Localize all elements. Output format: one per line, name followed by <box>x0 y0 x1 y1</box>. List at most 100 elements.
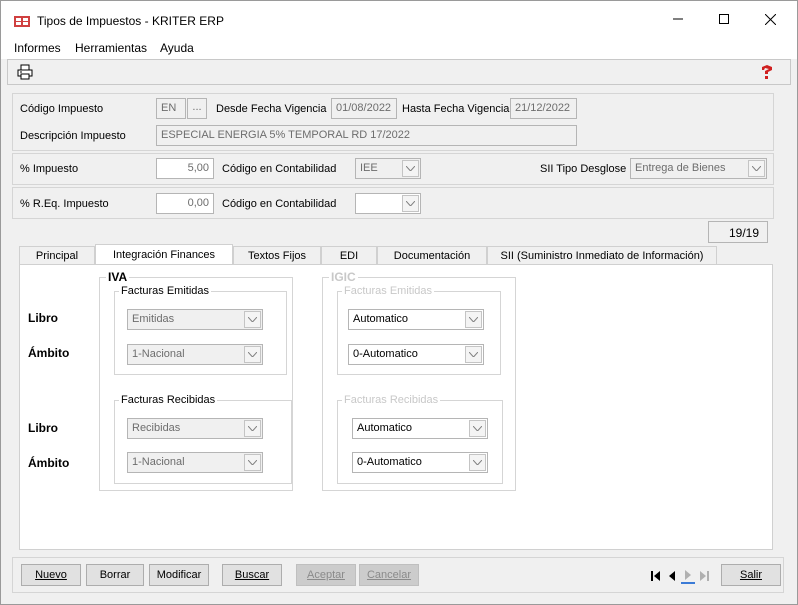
tab-textos-fijos[interactable]: Textos Fijos <box>233 246 321 265</box>
igic-group-title: IGIC <box>329 270 358 284</box>
igic-recibidas-libro-select[interactable]: Automatico <box>352 418 488 439</box>
buscar-button[interactable]: Buscar <box>222 564 282 586</box>
codigo-field[interactable]: EN <box>156 98 186 119</box>
nuevo-button[interactable]: Nuevo <box>21 564 81 586</box>
borrar-button[interactable]: Borrar <box>86 564 144 586</box>
modificar-button[interactable]: Modificar <box>149 564 209 586</box>
iva-recibidas-libro-value: Recibidas <box>132 422 181 434</box>
record-counter: 19/19 <box>708 221 768 243</box>
tab-principal[interactable]: Principal <box>19 246 95 265</box>
codigo-lookup-button[interactable]: ... <box>187 98 207 119</box>
menu-herramientas[interactable]: Herramientas <box>75 41 147 55</box>
igic-group: IGIC Facturas Emitidas Automatico 0-Auto… <box>322 270 516 491</box>
codigo-label: Código Impuesto <box>20 103 104 115</box>
printer-icon[interactable] <box>17 64 33 80</box>
contabilidad-select[interactable]: IEE <box>355 158 421 179</box>
window-title: Tipos de Impuestos - KRITER ERP <box>37 14 224 28</box>
iva-recibidas-title: Facturas Recibidas <box>119 394 218 406</box>
ambito-recibidas-label: Ámbito <box>28 456 70 470</box>
iva-emitidas-ambito-value: 1-Nacional <box>132 348 185 360</box>
descripcion-field[interactable]: ESPECIAL ENERGIA 5% TEMPORAL RD 17/2022 <box>156 125 577 146</box>
igic-emitidas-libro-value: Automatico <box>353 313 409 325</box>
tab-documentacion[interactable]: Documentación <box>377 246 487 265</box>
menu-informes[interactable]: Informes <box>14 41 61 55</box>
contabilidad-value: IEE <box>360 162 378 174</box>
igic-emitidas-libro-select[interactable]: Automatico <box>348 309 484 330</box>
integracion-finances-panel: Libro Ámbito Libro Ámbito IVA Facturas E… <box>19 264 773 550</box>
igic-recibidas-title: Facturas Recibidas <box>342 394 441 406</box>
req-impuesto-field[interactable]: 0,00 <box>156 193 214 214</box>
tab-sii[interactable]: SII (Suministro Inmediato de Información… <box>487 246 717 265</box>
salir-label: Salir <box>739 569 762 581</box>
iva-emitidas-ambito-select[interactable]: 1-Nacional <box>127 344 263 365</box>
ambito-emitidas-label: Ámbito <box>28 346 70 360</box>
chevron-down-icon <box>465 346 482 363</box>
chevron-down-icon <box>244 420 261 437</box>
chevron-down-icon <box>244 346 261 363</box>
help-icon[interactable] <box>759 64 775 80</box>
descripcion-label: Descripción Impuesto <box>20 130 126 142</box>
minimize-button[interactable] <box>655 1 701 37</box>
title-bar: Tipos de Impuestos - KRITER ERP <box>1 1 797 37</box>
igic-emitidas-title: Facturas Emitidas <box>342 285 435 297</box>
chevron-down-icon <box>244 311 261 328</box>
cancelar-label: Cancelar <box>366 569 412 581</box>
iva-emitidas-libro-value: Emitidas <box>132 313 175 325</box>
last-icon <box>700 570 709 581</box>
pct-impuesto-label: % Impuesto <box>20 163 79 175</box>
iva-recibidas-ambito-value: 1-Nacional <box>132 456 185 468</box>
last-record-button[interactable] <box>697 567 711 584</box>
salir-button[interactable]: Salir <box>721 564 781 586</box>
igic-emitidas-ambito-value: 0-Automatico <box>353 348 418 360</box>
close-button[interactable] <box>747 1 793 37</box>
libro-emitidas-label: Libro <box>28 311 58 325</box>
buscar-label: Buscar <box>234 569 270 581</box>
iva-recibidas-group: Facturas Recibidas Recibidas 1-Nacional <box>114 394 292 484</box>
iva-group: IVA Facturas Emitidas Emitidas 1-Naciona… <box>99 270 293 491</box>
chevron-down-icon <box>465 311 482 328</box>
iva-group-title: IVA <box>106 270 130 284</box>
iva-emitidas-title: Facturas Emitidas <box>119 285 212 297</box>
toolbar <box>7 59 791 85</box>
pct-impuesto-field[interactable]: 5,00 <box>156 158 214 179</box>
close-icon <box>764 13 776 25</box>
minimize-icon <box>673 18 683 20</box>
maximize-icon <box>719 14 729 24</box>
chevron-down-icon <box>244 454 261 471</box>
aceptar-label: Aceptar <box>307 569 345 581</box>
sii-tipo-select[interactable]: Entrega de Bienes <box>630 158 767 179</box>
maximize-button[interactable] <box>701 1 747 37</box>
sii-tipo-value: Entrega de Bienes <box>635 162 726 174</box>
menu-bar: Informes Herramientas Ayuda <box>1 37 797 59</box>
igic-emitidas-group: Facturas Emitidas Automatico 0-Automatic… <box>337 285 501 375</box>
menu-ayuda[interactable]: Ayuda <box>160 41 194 55</box>
tab-edi[interactable]: EDI <box>321 246 377 265</box>
igic-recibidas-libro-value: Automatico <box>357 422 413 434</box>
libro-recibidas-label: Libro <box>28 421 58 435</box>
next-record-button[interactable] <box>681 567 695 584</box>
igic-recibidas-group: Facturas Recibidas Automatico 0-Automati… <box>337 394 503 484</box>
first-record-button[interactable] <box>649 567 663 584</box>
hasta-fecha-field[interactable]: 21/12/2022 <box>510 98 577 119</box>
aceptar-button[interactable]: Aceptar <box>296 564 356 586</box>
tab-bar: Principal Integración Finances Textos Fi… <box>19 244 775 265</box>
iva-emitidas-libro-select[interactable]: Emitidas <box>127 309 263 330</box>
first-icon <box>651 570 660 581</box>
cancelar-button[interactable]: Cancelar <box>359 564 419 586</box>
desde-fecha-field[interactable]: 01/08/2022 <box>331 98 397 119</box>
borrar-label: Borrar <box>99 569 131 581</box>
igic-recibidas-ambito-value: 0-Automatico <box>357 456 422 468</box>
contabilidad2-label: Código en Contabilidad <box>222 198 337 210</box>
modificar-label: Modificar <box>156 569 202 581</box>
igic-recibidas-ambito-select[interactable]: 0-Automatico <box>352 452 488 473</box>
chevron-down-icon <box>469 454 486 471</box>
nuevo-label: Nuevo <box>35 569 67 581</box>
chevron-down-icon <box>402 160 419 177</box>
tab-integracion-finances[interactable]: Integración Finances <box>95 244 233 264</box>
previous-record-button[interactable] <box>665 567 679 584</box>
iva-recibidas-ambito-select[interactable]: 1-Nacional <box>127 452 263 473</box>
igic-emitidas-ambito-select[interactable]: 0-Automatico <box>348 344 484 365</box>
contabilidad2-select[interactable] <box>355 193 421 214</box>
iva-recibidas-libro-select[interactable]: Recibidas <box>127 418 263 439</box>
req-impuesto-label: % R.Eq. Impuesto <box>20 198 109 210</box>
